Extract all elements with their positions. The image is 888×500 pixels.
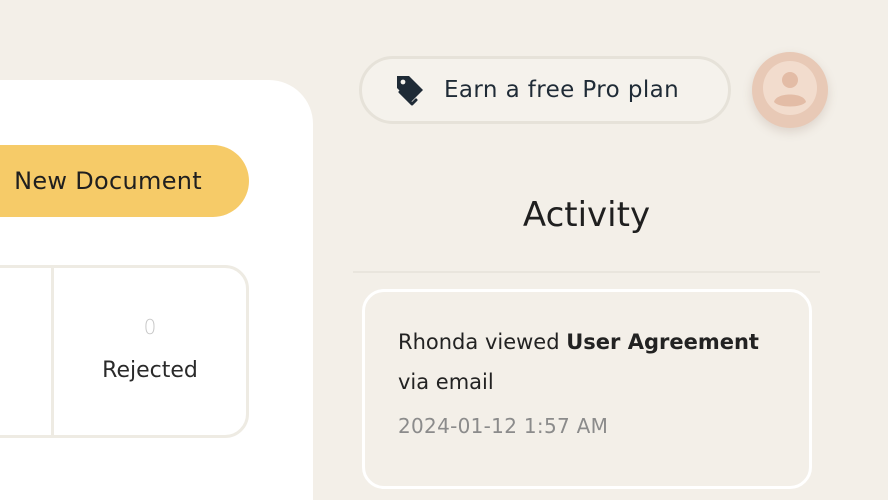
activity-actor: Rhonda <box>398 330 479 354</box>
avatar[interactable] <box>752 52 828 128</box>
document-stats-card: 0 Rejected <box>0 265 249 438</box>
activity-text: Rhonda viewed User Agreement via email <box>398 322 788 402</box>
activity-timestamp: 2024-01-12 1:57 AM <box>398 414 609 438</box>
stat-rejected-count: 0 <box>143 315 157 339</box>
activity-document-link[interactable]: User Agreement <box>566 330 759 354</box>
stat-rejected-label: Rejected <box>102 358 198 383</box>
activity-action: viewed <box>484 330 560 354</box>
activity-item[interactable]: Rhonda viewed User Agreement via email 2… <box>362 289 812 489</box>
tag-icon <box>394 72 426 108</box>
new-document-button[interactable]: New Document <box>0 145 249 217</box>
earn-pro-plan-label: Earn a free Pro plan <box>444 77 680 103</box>
stat-rejected[interactable]: 0 Rejected <box>54 268 246 435</box>
earn-pro-plan-button[interactable]: Earn a free Pro plan <box>359 56 731 124</box>
activity-channel: via email <box>398 370 494 394</box>
activity-title: Activity <box>522 195 651 235</box>
activity-divider <box>353 271 820 273</box>
user-icon <box>760 58 820 122</box>
